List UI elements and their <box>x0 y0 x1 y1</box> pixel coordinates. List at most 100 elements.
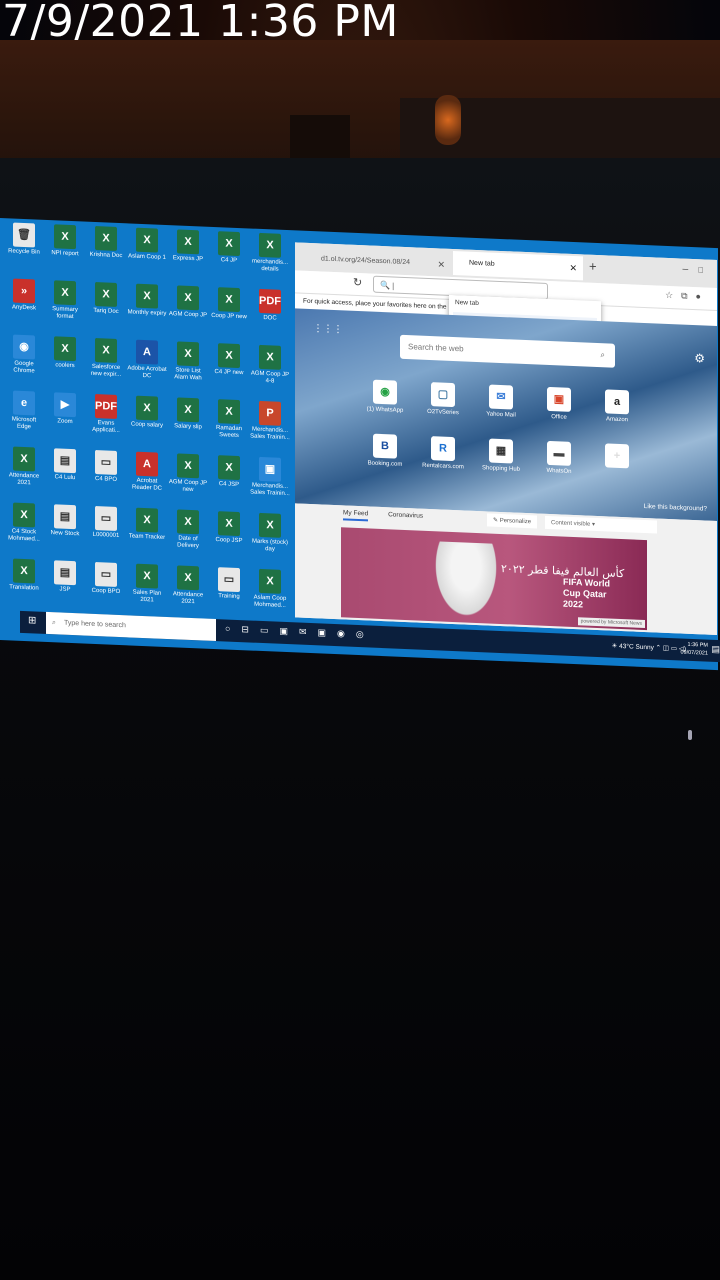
weather-widget[interactable]: ☀ 43°C Sunny ⌃ ◫ ▭ ◁) <box>611 636 686 661</box>
reload-icon[interactable]: ↻ <box>353 276 362 289</box>
desktop-icon[interactable]: A Adobe Acrobat DC <box>127 339 167 381</box>
desktop-icon[interactable]: X AGM Coop JP 4-8 <box>250 344 290 386</box>
site-icon: R <box>431 436 455 462</box>
desktop-icon[interactable]: ▶ Zoom <box>45 392 85 427</box>
pinned-app-icons[interactable]: ○⊟▭▣✉▣◉◎ <box>225 623 375 640</box>
desktop-icon[interactable]: X Coop JP new <box>209 287 249 322</box>
desktop-icon[interactable]: ▭ L0000001 <box>86 505 126 541</box>
tab-new-tab[interactable]: New tab ✕ <box>453 250 583 281</box>
desktop-icon[interactable]: X Tariq Doc <box>86 281 126 317</box>
light-reflection <box>688 730 692 740</box>
tab-tv-series[interactable]: d1.ol.tv.org/24/Season.08/24 ✕ <box>321 249 451 274</box>
desktop-icon[interactable]: X Store List Alam Wah <box>168 341 208 383</box>
quick-link-tile[interactable]: ▢ O2TvSeries <box>415 381 471 416</box>
desktop-icon[interactable]: X AGM Coop JP new <box>168 453 208 495</box>
windows-start-icon[interactable]: ⊞ <box>28 615 36 626</box>
news-card-image <box>431 541 501 624</box>
desktop-icon[interactable]: X C4 Stock Mohmaed... <box>4 502 44 544</box>
taskbar-search-input[interactable]: ⌕ Type here to search <box>46 611 216 642</box>
desktop-icon[interactable]: ▭ C4 BPO <box>86 449 126 485</box>
system-clock[interactable]: 1:36 PM 09/07/2021 <box>680 641 708 658</box>
file-icon: X <box>177 341 199 367</box>
file-icon: ▤ <box>54 504 76 530</box>
desktop-icon[interactable]: X Sales Plan 2021 <box>127 563 167 605</box>
file-icon: X <box>13 446 35 472</box>
desktop-icon[interactable]: X NPI report <box>45 224 85 259</box>
desktop-icon[interactable]: » AnyDesk <box>4 278 44 313</box>
desktop-icon[interactable]: ▤ New Stock <box>45 504 85 539</box>
quick-link-tile[interactable]: a Amazon <box>589 389 645 424</box>
quick-link-tile[interactable]: ▣ Office <box>531 386 587 421</box>
desktop-icon[interactable]: ▤ JSP <box>45 560 85 595</box>
close-icon[interactable]: ✕ <box>569 256 577 280</box>
desktop-icon[interactable]: X Monthly expiry <box>127 283 167 318</box>
desktop-icon[interactable]: X Team Tracker <box>127 507 167 542</box>
desktop-icon-label: Coop BPO <box>91 587 121 596</box>
desktop-icon[interactable]: ▣ Merchandis... Sales Trainin... <box>250 456 290 498</box>
gear-icon[interactable]: ⚙ <box>694 351 705 365</box>
desktop-icon[interactable]: X Coop salary <box>127 395 167 430</box>
desktop-icon[interactable]: X Attendance 2021 <box>168 565 208 607</box>
personalize-button[interactable]: ✎ Personalize <box>487 513 538 529</box>
close-icon[interactable]: ✕ <box>437 254 445 274</box>
web-search-input[interactable]: Search the web ⌕ <box>400 334 615 368</box>
desktop-icon[interactable]: X Summary format <box>45 280 85 322</box>
notification-icon[interactable]: ▤ <box>711 644 720 655</box>
desktop-icon[interactable]: 🗑 Recycle Bin <box>4 222 44 257</box>
quick-link-tile[interactable]: ◉ (1) WhatsApp <box>357 379 413 414</box>
desktop-icon[interactable]: ▭ Coop BPO <box>86 561 126 597</box>
search-icon[interactable]: ⌕ <box>601 343 605 367</box>
desktop-icon[interactable]: ▤ C4 Lulu <box>45 448 85 483</box>
desktop-icon[interactable]: A Acrobat Reader DC <box>127 451 167 493</box>
toolbar-icons[interactable]: ☆⧉● <box>665 290 709 303</box>
quick-link-tile[interactable]: ✉ Yahoo Mail <box>473 384 529 419</box>
desktop-icon-label: Tariq Doc <box>93 307 119 315</box>
desktop-icon[interactable]: X Date of Delivery <box>168 509 208 551</box>
like-background-link[interactable]: Like this background? <box>644 503 707 513</box>
apps-grid-icon[interactable]: ⋮⋮⋮ <box>313 323 343 335</box>
desktop-icon[interactable]: X Translation <box>4 558 44 593</box>
desktop-icon[interactable]: X C4 JSP <box>209 455 249 490</box>
desktop-icon[interactable]: X C4 JP <box>209 231 249 266</box>
quick-link-label: (1) WhatsApp <box>366 406 404 414</box>
desktop-icon[interactable]: X AGM Coop JP <box>168 285 208 320</box>
desktop-icon[interactable]: ▭ Training <box>209 567 249 602</box>
news-card-fifa[interactable]: كأس العالم فيفا قطر ٢٠٢٢ FIFA World Cup … <box>341 527 647 631</box>
desktop-icon[interactable]: X Krishna Doc <box>86 225 126 261</box>
file-icon: X <box>54 224 76 250</box>
desktop-icon[interactable]: P Merchandis... Sales Trainin... <box>250 400 290 442</box>
desktop-icon[interactable]: X Attendance 2021 <box>4 446 44 488</box>
file-icon: A <box>136 451 158 477</box>
desktop-icon[interactable]: Xmerchandis... details <box>250 232 290 274</box>
tab-my-feed[interactable]: My Feed <box>343 509 369 522</box>
desktop-icon[interactable]: X Ramadan Sweets <box>209 399 249 441</box>
desktop-icon[interactable]: X Coop JSP <box>209 511 249 546</box>
desktop-icon[interactable]: e Microsoft Edge <box>4 390 44 432</box>
content-visibility-select[interactable]: Content visible ▾ <box>545 515 657 534</box>
desktop-icon[interactable]: X Express JP <box>168 229 208 264</box>
quick-link-tile[interactable]: R Rentalcars.com <box>415 435 471 470</box>
file-icon: A <box>136 339 158 365</box>
desktop-icon[interactable]: X Salary slip <box>168 397 208 432</box>
desktop-icon[interactable]: PDF DOC <box>250 288 290 323</box>
quick-link-label: Rentalcars.com <box>422 462 464 471</box>
site-icon: ◉ <box>373 379 397 405</box>
desktop-icon[interactable]: Xcoolers <box>45 336 85 371</box>
desktop-icon[interactable]: X Salesforce new expir... <box>86 337 126 380</box>
edge-browser-window[interactable]: d1.ol.tv.org/24/Season.08/24 ✕ New tab ✕… <box>295 242 717 636</box>
new-tab-button[interactable]: + <box>589 259 597 274</box>
desktop-icon-label: Translation <box>9 584 39 592</box>
window-controls[interactable]: ─□ <box>683 265 714 275</box>
desktop-icon[interactable]: PDF Evans Applicati... <box>86 393 126 436</box>
desktop-icon[interactable]: ◉ Google Chrome <box>4 334 44 376</box>
quick-link-tile[interactable]: ▦ Shopping Hub <box>473 438 529 473</box>
tab-coronavirus[interactable]: Coronavirus <box>388 511 423 519</box>
quick-link-tile[interactable]: ▬ WhatsOn <box>531 440 587 475</box>
desktop-icon[interactable]: X Aslam Coop 1 <box>127 227 167 262</box>
quick-link-tile[interactable]: + <box>589 443 645 472</box>
background-shelf <box>290 115 350 160</box>
quick-link-tile[interactable]: B Booking.com <box>357 433 413 468</box>
desktop-icon[interactable]: X Aslam Coop Mohmaed... <box>250 568 290 610</box>
desktop-icon[interactable]: X C4 JP new <box>209 343 249 378</box>
desktop-icon[interactable]: X Marks (stock) day <box>250 512 290 554</box>
